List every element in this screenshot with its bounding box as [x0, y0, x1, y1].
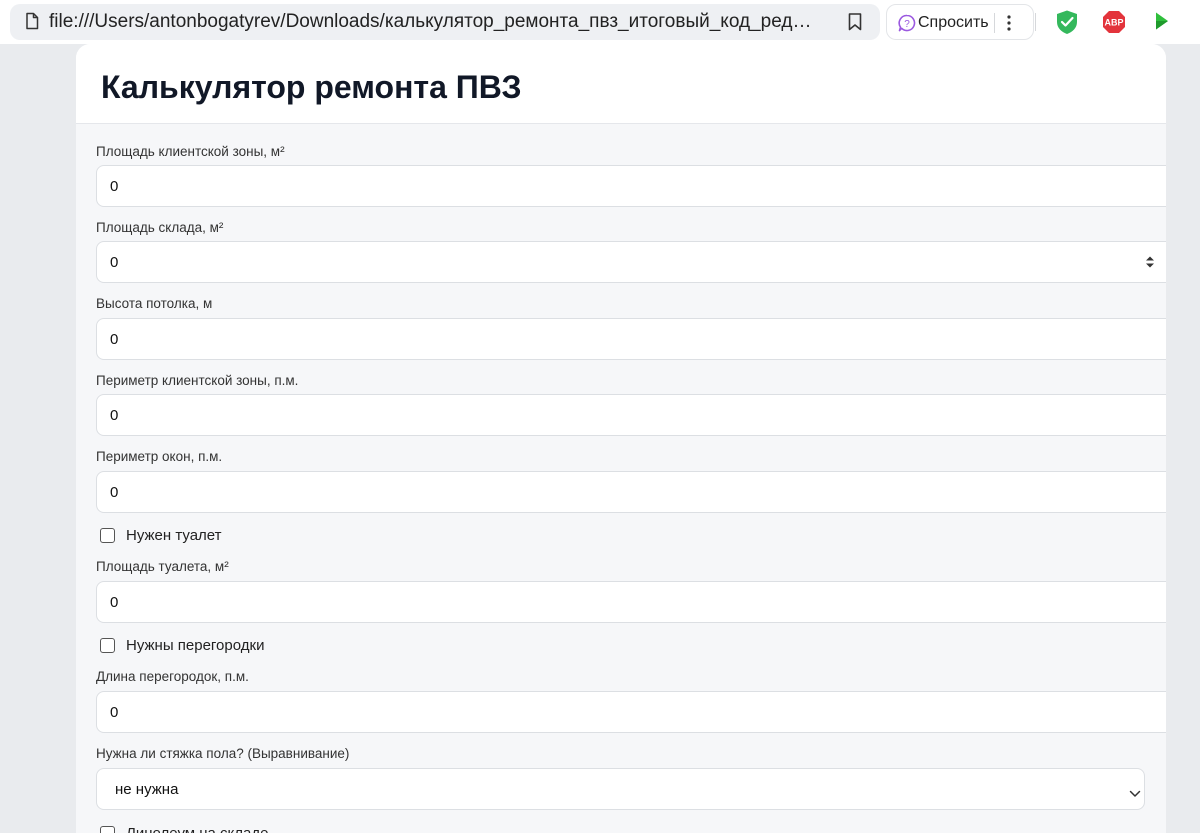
url-text[interactable]: file:///Users/antonbogatyrev/Downloads/к…	[49, 10, 814, 34]
partitions-length-label: Длина перегородок, п.м.	[96, 669, 249, 684]
bookmark-icon[interactable]	[847, 12, 863, 37]
spinner-icon[interactable]	[1145, 255, 1155, 274]
page-icon	[25, 12, 39, 35]
floor-screed-value: не нужна	[115, 781, 179, 798]
chevron-down-icon	[1129, 785, 1141, 803]
ask-divider	[994, 13, 995, 33]
warehouse-area-input[interactable]	[96, 241, 1166, 283]
toolbar-divider	[1035, 13, 1036, 31]
browser-toolbar: file:///Users/antonbogatyrev/Downloads/к…	[0, 0, 1200, 44]
partitions-length-input[interactable]	[96, 691, 1166, 733]
warehouse-linoleum-checkbox[interactable]	[100, 826, 115, 833]
need-toilet-checkbox[interactable]	[100, 528, 115, 543]
window-perimeter-input[interactable]	[96, 471, 1166, 513]
warehouse-linoleum-label[interactable]: Линолеум на складе	[126, 825, 268, 833]
ask-label: Спросить	[918, 14, 989, 31]
card-header: Калькулятор ремонта ПВЗ	[76, 44, 1166, 124]
client-perimeter-label: Периметр клиентской зоны, п.м.	[96, 373, 299, 388]
ceiling-height-input[interactable]	[96, 318, 1166, 360]
floor-screed-label: Нужна ли стяжка пола? (Выравнивание)	[96, 746, 350, 761]
floor-screed-select[interactable]: не нужна	[96, 768, 1145, 810]
calculator-card: Калькулятор ремонта ПВЗ Площадь клиентск…	[76, 44, 1166, 833]
need-toilet-label[interactable]: Нужен туалет	[126, 527, 222, 545]
kebab-icon[interactable]	[1006, 13, 1012, 38]
client-perimeter-input[interactable]	[96, 394, 1166, 436]
toilet-area-label: Площадь туалета, м²	[96, 559, 229, 574]
client-area-input[interactable]	[96, 165, 1166, 207]
ceiling-height-label: Высота потолка, м	[96, 296, 213, 311]
page-title: Калькулятор ремонта ПВЗ	[101, 69, 522, 105]
abp-label: ABP	[1104, 18, 1123, 28]
shield-icon[interactable]	[1055, 9, 1079, 40]
need-partitions-label[interactable]: Нужны перегородки	[126, 637, 264, 655]
svg-text:?: ?	[904, 19, 910, 30]
play-icon[interactable]	[1155, 11, 1169, 36]
need-partitions-checkbox[interactable]	[100, 638, 115, 653]
ask-icon: ?	[897, 13, 917, 38]
toilet-area-input[interactable]	[96, 581, 1166, 623]
ask-ai-button[interactable]: ? Спросить	[886, 4, 1034, 40]
abp-icon[interactable]: ABP	[1102, 10, 1126, 39]
warehouse-area-label: Площадь склада, м²	[96, 220, 224, 235]
window-perimeter-label: Периметр окон, п.м.	[96, 449, 223, 464]
client-area-label: Площадь клиентской зоны, м²	[96, 144, 285, 159]
